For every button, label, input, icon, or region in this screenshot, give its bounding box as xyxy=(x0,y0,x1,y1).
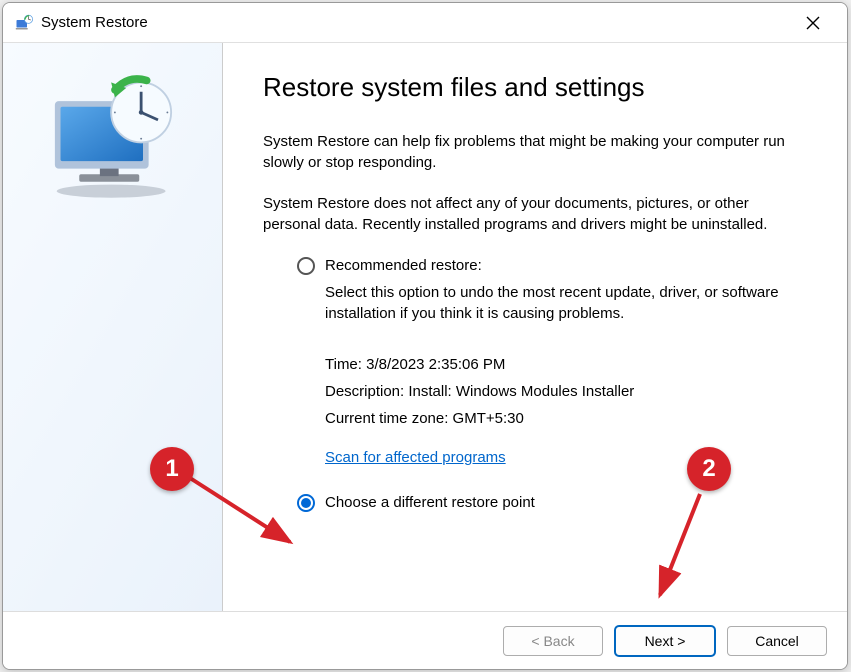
intro-paragraph-1: System Restore can help fix problems tha… xyxy=(263,131,797,173)
annotation-marker-1: 1 xyxy=(150,447,194,491)
close-button[interactable] xyxy=(791,7,835,39)
annotation-arrow-1 xyxy=(180,462,310,562)
system-restore-icon xyxy=(15,14,33,32)
cancel-button[interactable]: Cancel xyxy=(727,626,827,656)
recommended-description: Select this option to undo the most rece… xyxy=(325,282,797,324)
intro-paragraph-2: System Restore does not affect any of yo… xyxy=(263,193,797,235)
radio-choose-different[interactable]: Choose a different restore point xyxy=(297,492,797,513)
recommended-time: Time: 3/8/2023 2:35:06 PM xyxy=(325,354,797,375)
scan-for-affected-programs-link[interactable]: Scan for affected programs xyxy=(325,447,506,468)
recommended-details: Time: 3/8/2023 2:35:06 PM Description: I… xyxy=(325,354,797,429)
wizard-footer: < Back Next > Cancel xyxy=(3,611,847,669)
wizard-content: Restore system files and settings System… xyxy=(223,43,847,611)
titlebar: System Restore xyxy=(3,3,847,43)
window-body: Restore system files and settings System… xyxy=(3,43,847,611)
radio-recommended-label: Recommended restore: xyxy=(325,255,482,276)
system-restore-window: System Restore xyxy=(2,2,848,670)
annotation-marker-2: 2 xyxy=(687,447,731,491)
radio-recommended-restore[interactable]: Recommended restore: xyxy=(297,255,797,276)
recommended-description-line: Description: Install: Windows Modules In… xyxy=(325,381,797,402)
page-heading: Restore system files and settings xyxy=(263,69,797,105)
back-button: < Back xyxy=(503,626,603,656)
radio-icon xyxy=(297,257,315,275)
next-button[interactable]: Next > xyxy=(615,626,715,656)
recommended-timezone: Current time zone: GMT+5:30 xyxy=(325,408,797,429)
system-restore-large-icon xyxy=(38,73,188,203)
window-title: System Restore xyxy=(41,14,791,31)
annotation-arrow-2 xyxy=(640,490,720,610)
radio-choose-different-label: Choose a different restore point xyxy=(325,492,535,513)
